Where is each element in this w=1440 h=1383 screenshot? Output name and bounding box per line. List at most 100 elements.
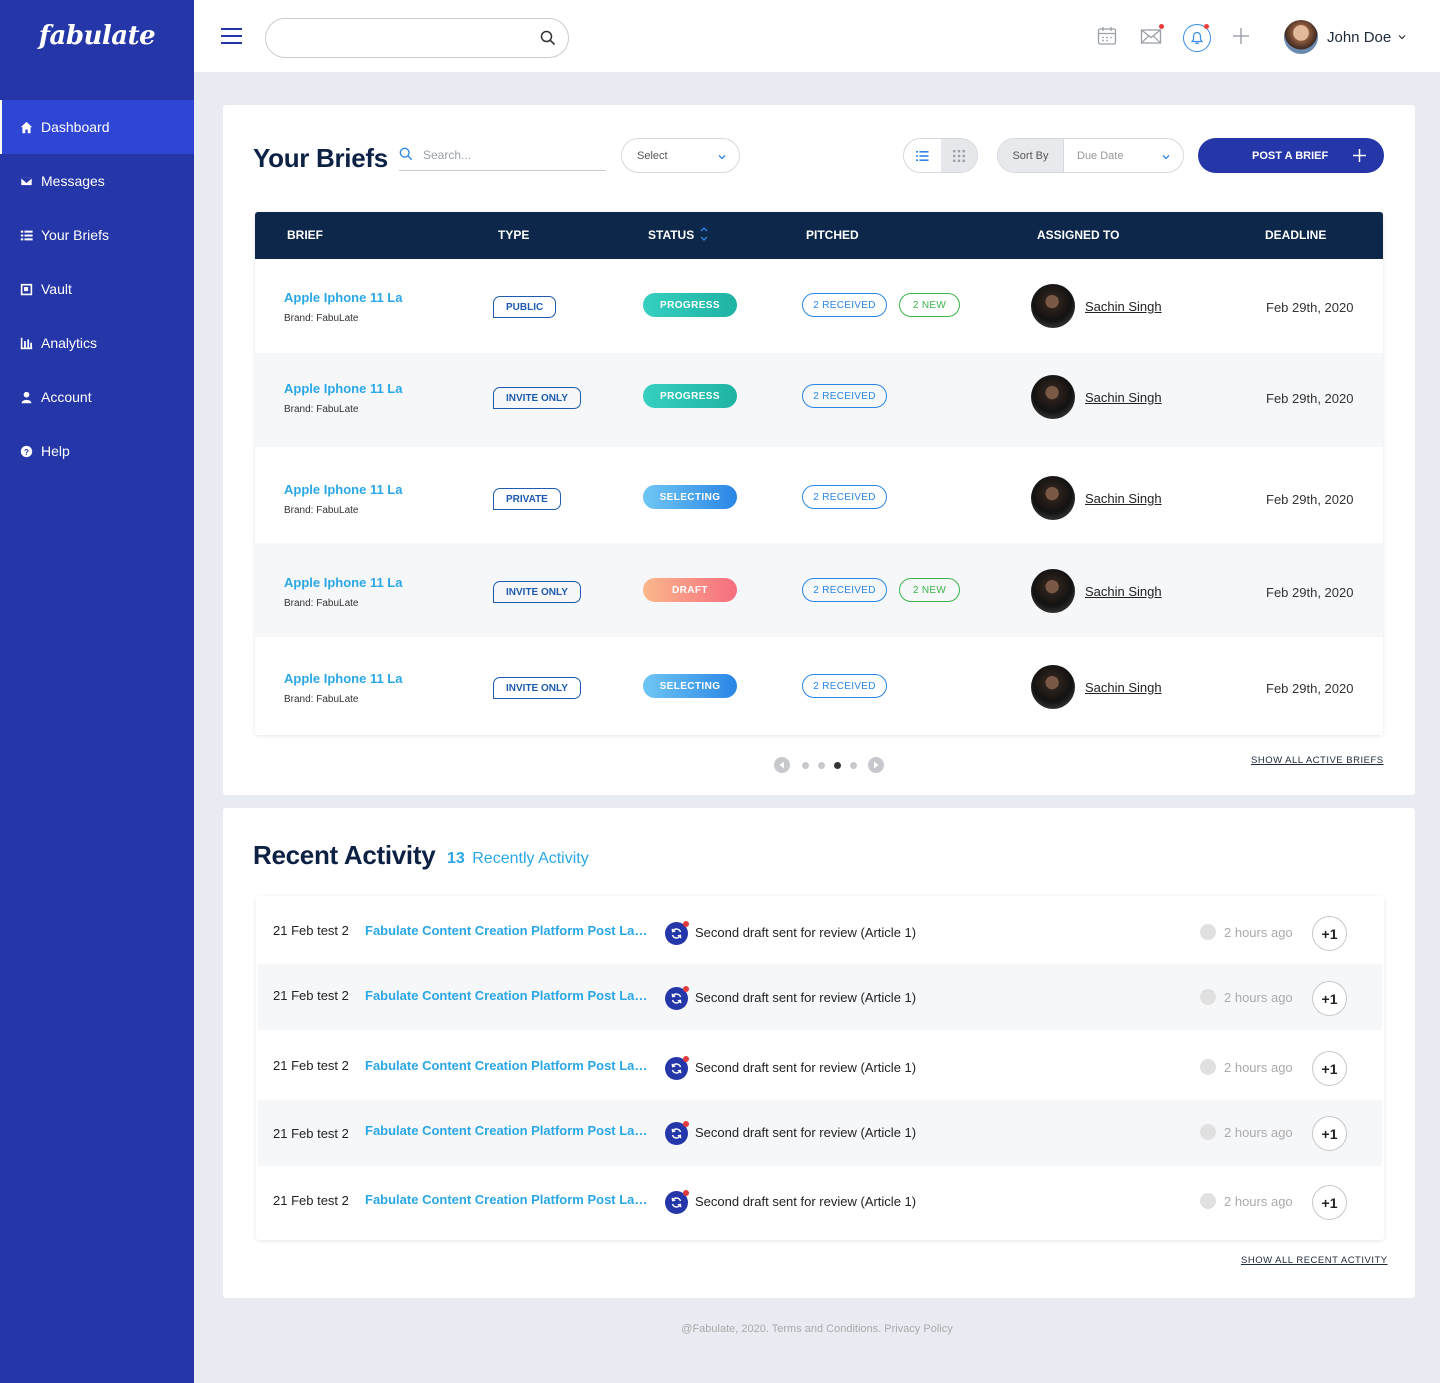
activity-title-link[interactable]: Fabulate Content Creation Platform Post … — [365, 988, 655, 1003]
brief-name-link[interactable]: Apple Iphone 11 La — [284, 575, 402, 590]
grid-view-button[interactable] — [940, 139, 977, 172]
activity-time-text: 2 hours ago — [1224, 924, 1293, 940]
sidebar-item-analytics[interactable]: Analytics — [0, 316, 194, 370]
bar-chart-icon — [19, 336, 33, 350]
activity-count-number: 13 — [447, 850, 465, 867]
table-header: BRIEF TYPE STATUS PITCHED ASSIGNED TO DE… — [255, 212, 1383, 259]
sidebar-item-dashboard[interactable]: Dashboard — [0, 100, 194, 154]
list-item[interactable]: 21 Feb test 2 Fabulate Content Creation … — [258, 964, 1382, 1030]
activity-time: 2 hours ago — [1200, 924, 1293, 940]
assignee[interactable]: Sachin Singh — [1031, 569, 1162, 613]
table-row[interactable]: Apple Iphone 11 La Brand: FabuLate INVIT… — [255, 637, 1383, 731]
prev-page-button[interactable] — [774, 757, 790, 773]
plus-one-button[interactable]: +1 — [1312, 1185, 1347, 1220]
activity-title-link[interactable]: Fabulate Content Creation Platform Post … — [365, 1123, 655, 1138]
table-row[interactable]: Apple Iphone 11 La Brand: FabuLate PRIVA… — [255, 447, 1383, 543]
sidebar-item-vault[interactable]: Vault — [0, 262, 194, 316]
status-badge[interactable]: PROGRESS — [643, 384, 737, 408]
plus-one-button[interactable]: +1 — [1312, 1116, 1347, 1151]
list-view-button[interactable] — [904, 139, 941, 172]
sort-label: Sort By — [998, 139, 1064, 172]
menu-icon[interactable] — [221, 28, 242, 44]
received-badge[interactable]: 2 RECEIVED — [802, 578, 887, 602]
bell-icon[interactable] — [1183, 24, 1211, 52]
sidebar-item-your-briefs[interactable]: Your Briefs — [0, 208, 194, 262]
list-item[interactable]: 21 Feb test 2 Fabulate Content Creation … — [258, 896, 1382, 964]
table-row[interactable]: Apple Iphone 11 La Brand: FabuLate INVIT… — [255, 353, 1383, 447]
sidebar-item-label: Dashboard — [41, 119, 110, 135]
table-row[interactable]: Apple Iphone 11 La Brand: FabuLate PUBLI… — [255, 259, 1383, 353]
col-status[interactable]: STATUS — [648, 228, 694, 242]
brief-cell: Apple Iphone 11 La Brand: FabuLate — [284, 575, 402, 609]
mail-icon[interactable] — [1140, 24, 1164, 47]
type-badge[interactable]: PUBLIC — [493, 296, 557, 318]
received-badge[interactable]: 2 RECEIVED — [802, 293, 887, 317]
type-badge[interactable]: PRIVATE — [493, 488, 561, 510]
plus-icon[interactable] — [1230, 25, 1252, 47]
show-all-activity-link[interactable]: SHOW ALL RECENT ACTIVITY — [1241, 1255, 1388, 1266]
type-badge[interactable]: INVITE ONLY — [493, 581, 581, 603]
svg-text:?: ? — [24, 447, 29, 456]
assignee[interactable]: Sachin Singh — [1031, 476, 1162, 520]
brief-name-link[interactable]: Apple Iphone 11 La — [284, 290, 402, 305]
activity-title-link[interactable]: Fabulate Content Creation Platform Post … — [365, 1192, 655, 1207]
new-badge[interactable]: 2 NEW — [899, 293, 960, 317]
search-icon[interactable] — [540, 30, 556, 46]
status-badge[interactable]: PROGRESS — [643, 293, 737, 317]
fabulate-logo[interactable]: fabulate — [0, 0, 194, 72]
calendar-icon[interactable] — [1096, 25, 1118, 47]
list-item[interactable]: 21 Feb test 2 Fabulate Content Creation … — [258, 1030, 1382, 1100]
activity-title-link[interactable]: Fabulate Content Creation Platform Post … — [365, 1058, 655, 1073]
sidebar-item-account[interactable]: Account — [0, 370, 194, 424]
received-badge[interactable]: 2 RECEIVED — [802, 384, 887, 408]
search-input[interactable] — [266, 19, 516, 57]
deadline: Feb 29th, 2020 — [1266, 391, 1354, 406]
page-dot-4[interactable] — [849, 761, 857, 769]
status-badge[interactable]: DRAFT — [643, 578, 737, 602]
status-badge[interactable]: SELECTING — [643, 485, 737, 509]
assignee[interactable]: Sachin Singh — [1031, 665, 1162, 709]
page-dot-2[interactable] — [817, 761, 825, 769]
list-item[interactable]: 21 Feb test 2 Fabulate Content Creation … — [258, 1166, 1382, 1240]
activity-message: Second draft sent for review (Article 1) — [695, 990, 917, 1005]
briefs-card: Your Briefs Select Sort By Due Date POST… — [223, 105, 1415, 795]
table-row[interactable]: Apple Iphone 11 La Brand: FabuLate INVIT… — [255, 543, 1383, 637]
brief-name-link[interactable]: Apple Iphone 11 La — [284, 671, 402, 686]
plus-one-button[interactable]: +1 — [1312, 1051, 1347, 1086]
notification-dot — [1204, 24, 1209, 29]
activity-time-text: 2 hours ago — [1224, 1124, 1293, 1140]
user-menu[interactable]: John Doe — [1284, 20, 1407, 54]
plus-one-button[interactable]: +1 — [1312, 916, 1347, 951]
new-badge[interactable]: 2 NEW — [899, 578, 960, 602]
activity-title-link[interactable]: Fabulate Content Creation Platform Post … — [365, 923, 655, 938]
unread-dot — [683, 986, 689, 992]
avatar — [1031, 569, 1075, 613]
type-badge[interactable]: INVITE ONLY — [493, 677, 581, 699]
list-item[interactable]: 21 Feb test 2 Fabulate Content Creation … — [258, 1100, 1382, 1166]
col-type: TYPE — [498, 228, 530, 242]
activity-title: Recent Activity — [253, 840, 436, 870]
assignee[interactable]: Sachin Singh — [1031, 375, 1162, 419]
plus-one-button[interactable]: +1 — [1312, 981, 1347, 1016]
assignee[interactable]: Sachin Singh — [1031, 284, 1162, 328]
page-dot-1[interactable] — [801, 761, 809, 769]
col-deadline: DEADLINE — [1265, 228, 1327, 242]
top-header: John Doe — [194, 0, 1440, 72]
page-dot-3[interactable] — [833, 761, 841, 769]
show-all-briefs-link[interactable]: SHOW ALL ACTIVE BRIEFS — [1251, 755, 1384, 766]
post-brief-button[interactable]: POST A BRIEF — [1198, 138, 1384, 173]
brief-name-link[interactable]: Apple Iphone 11 La — [284, 381, 402, 396]
status-badge[interactable]: SELECTING — [643, 674, 737, 698]
filter-select[interactable]: Select — [621, 138, 740, 173]
brief-name-link[interactable]: Apple Iphone 11 La — [284, 482, 402, 497]
sidebar-item-help[interactable]: ? Help — [0, 424, 194, 478]
deadline: Feb 29th, 2020 — [1266, 585, 1354, 600]
briefs-search-input[interactable] — [423, 143, 603, 167]
received-badge[interactable]: 2 RECEIVED — [802, 674, 887, 698]
type-badge[interactable]: INVITE ONLY — [493, 387, 581, 409]
next-page-button[interactable] — [868, 757, 884, 773]
sidebar-item-messages[interactable]: Messages — [0, 154, 194, 208]
received-badge[interactable]: 2 RECEIVED — [802, 485, 887, 509]
sort-icon[interactable] — [699, 225, 709, 243]
sort-select[interactable]: Due Date — [1064, 139, 1183, 172]
